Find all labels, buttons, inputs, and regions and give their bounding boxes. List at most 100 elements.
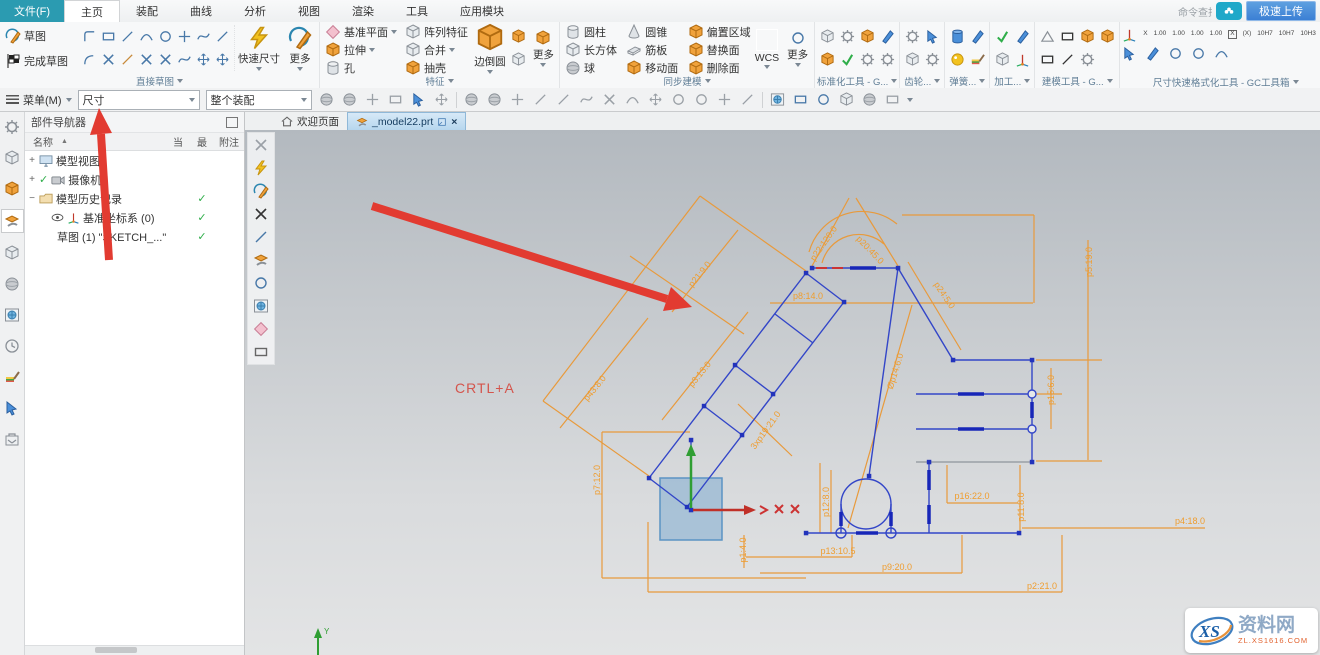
mach-tool-3-icon[interactable] xyxy=(995,52,1010,67)
mod-tool-5-icon[interactable] xyxy=(1040,52,1055,67)
select-face-icon[interactable] xyxy=(341,91,358,108)
mod-tool-7-icon[interactable] xyxy=(1080,52,1095,67)
dim-tol-1-button[interactable]: 1.00 xyxy=(1154,31,1167,38)
highlight-icon[interactable] xyxy=(410,91,427,108)
toolbar-overflow-caret[interactable] xyxy=(907,98,913,102)
eye-visible-icon[interactable] xyxy=(51,213,64,222)
spline-tool-icon[interactable] xyxy=(196,29,211,44)
tree-row-datum-csys[interactable]: 基准坐标系 (0) ✓ xyxy=(25,208,244,227)
offset-region-button[interactable]: 偏置区域 xyxy=(685,23,751,41)
selection-scope-filter[interactable]: 整个装配 xyxy=(206,90,312,110)
top-selection-icon[interactable] xyxy=(433,91,450,108)
snap-point-on-circle-icon[interactable] xyxy=(670,91,687,108)
unite-button[interactable]: 合并 xyxy=(402,41,471,59)
dim-label[interactable]: p12:8.0 xyxy=(821,487,831,517)
finish-sketch-button[interactable]: 完成草图 xyxy=(2,52,78,70)
std-tool-8-icon[interactable] xyxy=(880,52,895,67)
process-studio-icon[interactable] xyxy=(2,397,23,419)
orient-view-mini-icon[interactable] xyxy=(251,343,271,361)
dim-fit-10h3-button[interactable]: 10H3 xyxy=(1300,31,1316,38)
wcs-button[interactable]: WCS xyxy=(753,23,782,74)
dim-label[interactable]: p8:14.0 xyxy=(793,291,823,301)
dim-label[interactable]: p3:13.0 xyxy=(686,359,713,389)
view-fit-icon[interactable] xyxy=(792,91,809,108)
command-finder-input[interactable]: 命令查找器 xyxy=(1178,4,1212,19)
mod-tool-4-icon[interactable] xyxy=(1100,29,1115,44)
std-tool-7-icon[interactable] xyxy=(860,52,875,67)
snap-point-icon[interactable] xyxy=(716,91,733,108)
dim-label[interactable]: p43:8.0 xyxy=(581,373,608,403)
view-window-icon[interactable] xyxy=(769,91,786,108)
snap-line2-icon[interactable] xyxy=(555,91,572,108)
view-wireframe-icon[interactable] xyxy=(861,91,878,108)
dim-label[interactable]: p11:8.0 xyxy=(1016,492,1026,521)
select-all-icon[interactable] xyxy=(318,91,335,108)
trim-body-icon[interactable] xyxy=(511,52,526,67)
replace-face-button[interactable]: 替换面 xyxy=(685,41,751,59)
close-tab-icon[interactable]: × xyxy=(451,116,457,128)
pattern-curve-tool-icon[interactable] xyxy=(215,52,230,67)
cylinder-button[interactable]: 圆柱 xyxy=(562,23,621,41)
menu-tab-analysis[interactable]: 分析 xyxy=(228,0,282,22)
history-icon[interactable] xyxy=(2,335,23,357)
rapid-dimension-button[interactable]: 快速尺寸 xyxy=(237,23,281,74)
mod-tool-3-icon[interactable] xyxy=(1080,29,1095,44)
sketch-viewport[interactable]: p21:9.0 p3:13.0 p43:8.0 p22:120.0 p20:45… xyxy=(245,130,1320,655)
dim-label[interactable]: 3xp19:21.0 xyxy=(748,409,782,451)
finish-sketch-mini-icon[interactable] xyxy=(251,182,271,200)
dim-label[interactable]: p16:22.0 xyxy=(954,491,989,501)
line-tool-icon[interactable] xyxy=(120,29,135,44)
sketch-button[interactable]: 草图 xyxy=(2,27,78,45)
menu-tab-home[interactable]: 主页 xyxy=(64,0,120,22)
gear-tool-3-icon[interactable] xyxy=(905,52,920,67)
mach-tool-2-icon[interactable] xyxy=(1015,29,1030,44)
menu-tab-curve[interactable]: 曲线 xyxy=(174,0,228,22)
dim-tol-3-button[interactable]: 1.00 xyxy=(1191,31,1204,38)
extrude-button[interactable]: 拉伸 xyxy=(322,41,400,59)
dim-edit-1-icon[interactable] xyxy=(1122,46,1137,61)
scrollbar-thumb[interactable] xyxy=(95,647,137,653)
move-curve-tool-icon[interactable] xyxy=(196,52,211,67)
feature-more-button[interactable]: 更多 xyxy=(530,23,557,74)
block-mini-icon[interactable] xyxy=(251,297,271,315)
snap-crosshair-icon[interactable] xyxy=(509,91,526,108)
internet-explorer-icon[interactable] xyxy=(2,304,23,326)
snap-quadrant-icon[interactable] xyxy=(693,91,710,108)
dim-style-icon[interactable] xyxy=(1122,27,1137,42)
selection-type-filter[interactable]: 尺寸 xyxy=(78,90,200,110)
chamfer-feature-icon[interactable] xyxy=(511,29,526,44)
dim-edit-2-icon[interactable] xyxy=(1145,46,1160,61)
spring-tool-2-icon[interactable] xyxy=(970,29,985,44)
dim-x-button[interactable]: X xyxy=(1143,31,1147,38)
snap-arc-center-icon[interactable] xyxy=(624,91,641,108)
extrude-mini-icon[interactable] xyxy=(251,251,271,269)
mach-tool-4-icon[interactable] xyxy=(1015,52,1030,67)
edge-blend-button[interactable]: 边倒圆 xyxy=(473,23,507,74)
menu-tab-tools[interactable]: 工具 xyxy=(390,0,444,22)
std-tool-3-icon[interactable] xyxy=(860,29,875,44)
quick-trim-tool-icon[interactable] xyxy=(139,52,154,67)
mod-tool-1-icon[interactable] xyxy=(1040,29,1055,44)
rib-button[interactable]: 筋板 xyxy=(623,41,682,59)
expander-icon[interactable]: + xyxy=(25,155,39,166)
tree-row-cameras[interactable]: + ✓摄像机 xyxy=(25,170,244,189)
spring-tool-1-icon[interactable] xyxy=(950,29,965,44)
circle-mini-icon[interactable] xyxy=(251,274,271,292)
dim-label[interactable]: p24:5.0 xyxy=(932,280,957,310)
dim-label[interactable]: p5:19.0 xyxy=(1084,247,1094,277)
std-tool-5-icon[interactable] xyxy=(820,52,835,67)
offset-curve-tool-icon[interactable] xyxy=(177,52,192,67)
dim-label[interactable]: p15:6.0 xyxy=(1046,375,1056,405)
view-style-icon[interactable] xyxy=(884,91,901,108)
part-navigator-icon[interactable] xyxy=(1,209,24,233)
dim-label[interactable]: p13:10.5 xyxy=(820,546,855,556)
expander-icon[interactable]: − xyxy=(25,193,39,204)
std-tool-2-icon[interactable] xyxy=(840,29,855,44)
gear-tool-4-icon[interactable] xyxy=(925,52,940,67)
chamfer-tool-icon[interactable] xyxy=(215,29,230,44)
system-materials-icon[interactable] xyxy=(2,366,23,388)
view-orient-icon[interactable] xyxy=(815,91,832,108)
dim-label[interactable]: p1:4.0 xyxy=(738,537,748,562)
snap-filter-icon[interactable] xyxy=(364,91,381,108)
dim-tol-4-button[interactable]: 1.00 xyxy=(1210,31,1223,38)
